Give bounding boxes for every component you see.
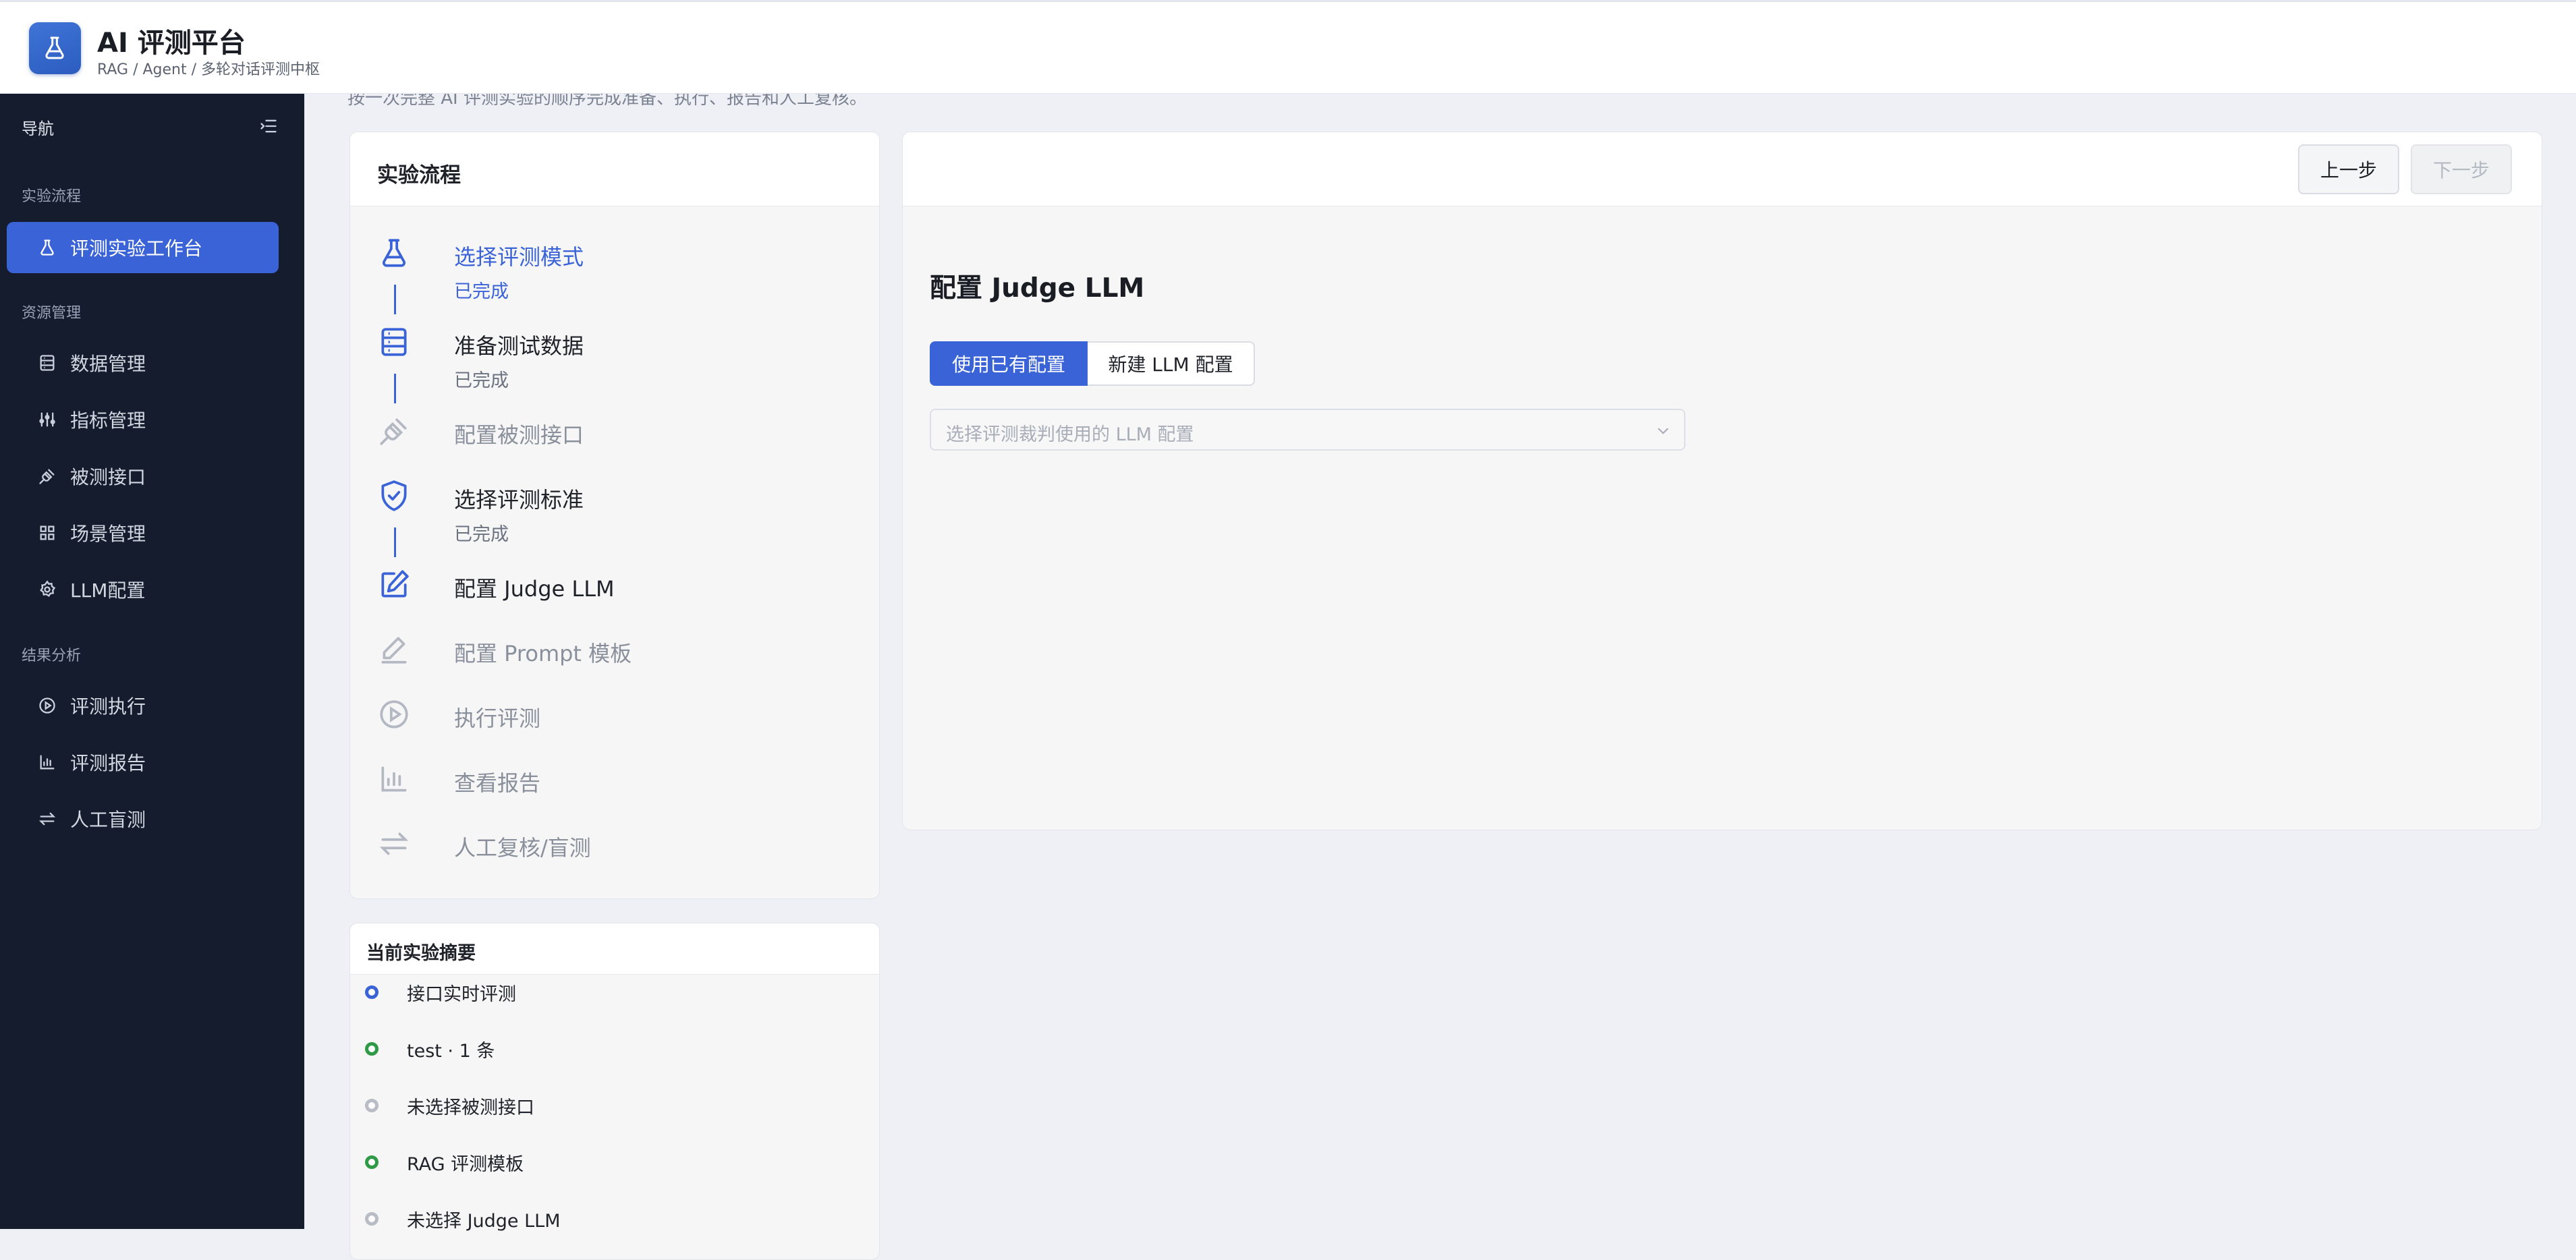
step-status: 已完成	[454, 370, 509, 391]
step-status: 已完成	[454, 524, 509, 545]
sidebar: 导航 实验流程 评测实验工作台 资源管理 数据管理 指标管理 被测接口 场景管理…	[0, 94, 304, 1229]
sidebar-item-metrics[interactable]: 指标管理	[7, 394, 279, 445]
nav-title: 导航	[22, 119, 54, 138]
status-dot	[365, 1155, 379, 1169]
summary-text: RAG 评测模板	[407, 1153, 524, 1175]
prev-step-button[interactable]: 上一步	[2298, 144, 2399, 194]
sidebar-item-reports[interactable]: 评测报告	[7, 737, 279, 788]
bar-chart-icon	[381, 766, 407, 792]
step-label: 查看报告	[454, 770, 541, 796]
database-icon	[40, 355, 55, 371]
group-label-resources: 资源管理	[22, 305, 82, 322]
sidebar-item-label: 人工盲测	[70, 809, 146, 831]
section-title: 配置 Judge LLM	[930, 273, 1145, 304]
main-content: 按一次完整 AI 评测实验的顺序完成准备、执行、报告和人工复核。 实验流程 选择…	[304, 88, 2576, 1260]
summary-text: 未选择 Judge LLM	[407, 1210, 561, 1232]
config-panel-header: 上一步 下一步	[903, 132, 2542, 206]
sidebar-item-label: 评测报告	[70, 752, 146, 774]
sidebar-item-label: 指标管理	[70, 409, 146, 432]
status-dot	[365, 1099, 379, 1112]
status-dot	[365, 1212, 379, 1226]
step-label: 配置 Prompt 模板	[454, 641, 632, 666]
sidebar-item-llm-config[interactable]: LLM配置	[7, 564, 279, 615]
sidebar-item-workbench[interactable]: 评测实验工作台	[7, 222, 279, 273]
summary-item-judge: 未选择 Judge LLM	[365, 1205, 561, 1232]
step-connector	[394, 374, 396, 403]
step-label: 选择评测标准	[454, 487, 584, 513]
config-panel: 上一步 下一步 配置 Judge LLM 使用已有配置 新建 LLM 配置 选择…	[902, 132, 2542, 830]
sidebar-item-data[interactable]: 数据管理	[7, 337, 279, 389]
summary-text: 未选择被测接口	[407, 1097, 534, 1118]
sidebar-item-label: 被测接口	[70, 466, 146, 488]
shield-check-icon	[381, 480, 407, 511]
flask-icon	[383, 239, 405, 267]
sidebar-item-label: LLM配置	[70, 579, 146, 602]
status-dot	[365, 1042, 379, 1056]
sidebar-item-blind-test[interactable]: 人工盲测	[7, 793, 279, 844]
flask-icon	[40, 239, 54, 256]
workflow-title: 实验流程	[377, 163, 461, 188]
edit-icon	[381, 570, 409, 598]
app-title: AI 评测平台	[97, 28, 246, 59]
summary-item-data: test · 1 条	[365, 1035, 495, 1062]
summary-text: 接口实时评测	[407, 983, 516, 1005]
flask-icon	[45, 36, 64, 59]
collapse-sidebar-icon[interactable]	[258, 117, 279, 136]
top-header: AI 评测平台 RAG / Agent / 多轮对话评测中枢	[0, 0, 2576, 94]
chevron-down-icon	[1658, 428, 1669, 434]
plug-icon	[380, 418, 407, 445]
status-dot	[365, 985, 379, 999]
summary-card: 当前实验摘要 接口实时评测 test · 1 条 未选择被测接口 RAG 评测模…	[349, 923, 880, 1260]
sidebar-item-label: 数据管理	[70, 353, 146, 375]
step-connector	[394, 285, 396, 314]
summary-item-template: RAG 评测模板	[365, 1149, 524, 1176]
sidebar-item-scenarios[interactable]: 场景管理	[7, 507, 279, 559]
sliders-icon	[39, 412, 55, 427]
sidebar-item-label: 评测执行	[70, 695, 146, 718]
app-logo[interactable]	[29, 22, 81, 74]
summary-text: test · 1 条	[407, 1040, 495, 1062]
grid-icon	[40, 525, 55, 540]
summary-card-header: 当前实验摘要	[350, 923, 879, 975]
sidebar-item-endpoints[interactable]: 被测接口	[7, 451, 279, 502]
database-icon	[381, 328, 407, 356]
summary-item-endpoint: 未选择被测接口	[365, 1092, 534, 1119]
bar-chart-icon	[40, 755, 55, 770]
play-icon	[380, 700, 408, 728]
sidebar-item-execution[interactable]: 评测执行	[7, 680, 279, 731]
play-icon	[39, 697, 55, 714]
next-step-button[interactable]: 下一步	[2411, 144, 2512, 194]
pencil-icon	[381, 637, 407, 664]
llm-config-select[interactable]: 选择评测裁判使用的 LLM 配置	[930, 409, 1685, 451]
gear-icon	[40, 580, 56, 597]
group-label-analysis: 结果分析	[22, 648, 82, 664]
sidebar-item-label: 评测实验工作台	[70, 237, 203, 260]
select-placeholder: 选择评测裁判使用的 LLM 配置	[946, 424, 1194, 445]
summary-item-mode: 接口实时评测	[365, 979, 516, 1006]
step-status: 已完成	[454, 281, 509, 302]
plug-icon	[39, 469, 55, 484]
swap-icon	[38, 812, 56, 826]
step-label: 选择评测模式	[454, 244, 584, 270]
step-label: 人工复核/盲测	[454, 835, 591, 861]
step-label: 执行评测	[454, 706, 541, 731]
workflow-card: 实验流程 选择评测模式 已完成 准备测试数据 已完成 配置被测接口 选择评测标准…	[349, 132, 880, 899]
group-label-experiment: 实验流程	[22, 188, 82, 205]
sidebar-item-label: 场景管理	[70, 523, 146, 545]
app-subtitle: RAG / Agent / 多轮对话评测中枢	[97, 61, 320, 78]
use-existing-config-tab[interactable]: 使用已有配置	[930, 341, 1088, 386]
step-connector	[394, 527, 396, 557]
step-label: 配置被测接口	[454, 422, 584, 448]
summary-title: 当前实验摘要	[366, 943, 476, 964]
workflow-card-header: 实验流程	[350, 132, 879, 206]
swap-icon	[379, 832, 409, 855]
step-label: 配置 Judge LLM	[454, 576, 615, 602]
new-llm-config-tab[interactable]: 新建 LLM 配置	[1088, 341, 1255, 386]
step-label: 准备测试数据	[454, 333, 584, 359]
